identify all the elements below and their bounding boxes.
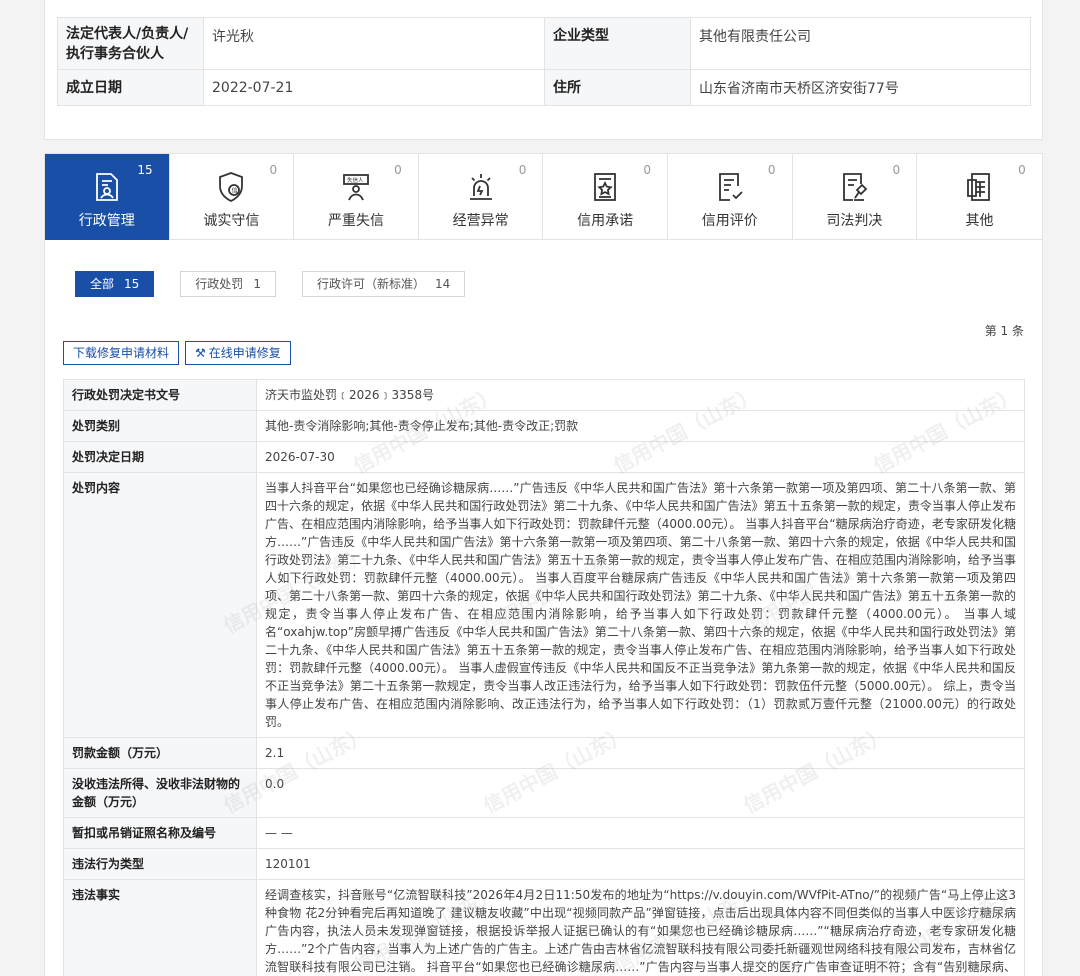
tab-label: 严重失信 — [327, 213, 384, 229]
table-row: 行政处罚决定书文号 济天市监处罚﹝2026﹞3358号 — [63, 379, 1025, 411]
company-info-table: 法定代表人/负责人/ 执行事务合伙人 许光秋 企业类型 其他有限责任公司 成立日… — [57, 17, 1031, 106]
filter-all[interactable]: 全部 15 — [75, 271, 155, 297]
tab-count: 0 — [518, 163, 527, 177]
svg-text:信: 信 — [232, 187, 238, 195]
alarm-light-icon — [469, 174, 492, 200]
repair-actions: 下载修复申请材料 ⚒ 在线申请修复 — [63, 341, 291, 365]
detail-value: 经调查核实，抖音账号“亿流智联科技”2026年4月2日11:50发布的地址为“h… — [256, 879, 1025, 976]
table-row: 处罚决定日期 2026-07-30 — [63, 441, 1025, 473]
detail-label: 违法事实 — [63, 879, 257, 976]
online-repair-button[interactable]: ⚒ 在线申请修复 — [185, 341, 291, 365]
tab-label: 行政管理 — [78, 213, 135, 229]
tab-honest-credit[interactable]: 0 信 诚实守信 — [170, 154, 295, 240]
tab-count: 15 — [137, 163, 153, 177]
table-row: 处罚类别 其他-责令消除影响;其他-责令停止发布;其他-责令改正;罚款 — [63, 410, 1025, 442]
table-row: 罚款金额（万元） 2.1 — [63, 737, 1025, 769]
legal-rep-label-line1: 法定代表人/负责人/ — [66, 25, 189, 42]
detail-label: 处罚类别 — [63, 410, 257, 442]
admin-document-icon — [95, 173, 118, 201]
detail-label: 暂扣或吊销证照名称及编号 — [63, 817, 257, 849]
record-type-filters: 全部 15 行政处罚 1 行政许可（新标准） 14 — [75, 271, 466, 297]
tab-operating-abnormal[interactable]: 0 经营异常 — [419, 154, 544, 240]
tab-count: 0 — [892, 163, 901, 177]
tab-count: 0 — [643, 163, 651, 177]
detail-label: 处罚内容 — [63, 472, 257, 738]
tab-label: 诚实守信 — [203, 213, 260, 229]
filter-label: 全部 — [90, 277, 115, 291]
tab-label: 信用承诺 — [577, 213, 634, 229]
detail-label: 处罚决定日期 — [63, 441, 257, 473]
address-label: 住所 — [544, 69, 691, 106]
legal-rep-value: 许光秋 — [203, 17, 545, 70]
tab-credit-pledge[interactable]: 0 信用承诺 — [543, 154, 668, 240]
pledge-document-icon — [594, 173, 617, 201]
tab-count: 0 — [394, 163, 402, 177]
detail-label: 没收违法所得、没收非法财物的金额（万元） — [63, 768, 257, 818]
enterprise-type-label: 企业类型 — [544, 17, 691, 70]
tab-serious-dishonesty[interactable]: 0 失信人 严重失信 — [294, 154, 419, 240]
table-row: 暂扣或吊销证照名称及编号 — — — [63, 817, 1025, 849]
tab-credit-evaluation[interactable]: 0 信用评价 — [668, 154, 793, 240]
svg-text:失信人: 失信人 — [347, 176, 364, 184]
table-row: 没收违法所得、没收非法财物的金额（万元） 0.0 — [63, 768, 1025, 818]
filter-count: 1 — [253, 277, 261, 291]
established-value: 2022-07-21 — [203, 69, 545, 106]
dishonest-person-icon: 失信人 — [343, 174, 369, 201]
other-document-icon — [967, 173, 991, 201]
filter-count: 14 — [434, 277, 451, 291]
tab-other[interactable]: 0 其他 — [917, 154, 1042, 240]
detail-label: 行政处罚决定书文号 — [63, 379, 257, 411]
filter-admin-license[interactable]: 行政许可（新标准） 14 — [301, 271, 466, 297]
detail-value: 120101 — [256, 848, 1025, 880]
detail-value: 2026-07-30 — [256, 441, 1025, 473]
wrench-icon: ⚒ — [195, 346, 206, 360]
detail-label: 违法行为类型 — [63, 848, 257, 880]
established-label: 成立日期 — [57, 69, 204, 106]
category-tabs: 15 行政管理 0 信 诚实守信 0 失信人 严重失信 0 经营异常 0 信用承… — [45, 154, 1042, 240]
filter-label: 行政许可（新标准） — [316, 277, 425, 291]
tab-count: 0 — [269, 163, 278, 177]
address-value: 山东省济南市天桥区济安街77号 — [690, 69, 1031, 106]
evaluation-form-icon — [718, 173, 743, 201]
legal-rep-label-line2: 执行事务合伙人 — [66, 45, 164, 62]
legal-rep-label: 法定代表人/负责人/ 执行事务合伙人 — [57, 17, 204, 70]
tab-count: 0 — [767, 163, 776, 177]
tab-label: 司法判决 — [826, 213, 883, 229]
table-row: 违法事实 经调查核实，抖音账号“亿流智联科技”2026年4月2日11:50发布的… — [63, 879, 1025, 976]
online-repair-label: 在线申请修复 — [208, 346, 281, 360]
shield-credit-icon: 信 — [219, 172, 244, 203]
tab-label: 其他 — [965, 213, 994, 229]
record-counter: 第 1 条 — [984, 324, 1024, 338]
company-info-card: 法定代表人/负责人/ 执行事务合伙人 许光秋 企业类型 其他有限责任公司 成立日… — [44, 0, 1043, 140]
tab-judicial-judgment[interactable]: 0 司法判决 — [793, 154, 918, 240]
filter-admin-penalty[interactable]: 行政处罚 1 — [180, 271, 276, 297]
table-row: 违法行为类型 120101 — [63, 848, 1025, 880]
download-repair-materials-button[interactable]: 下载修复申请材料 — [63, 341, 180, 365]
detail-value: 济天市监处罚﹝2026﹞3358号 — [256, 379, 1025, 411]
table-row: 处罚内容 当事人抖音平台“如果您也已经确诊糖尿病……”广告违反《中华人民共和国广… — [63, 472, 1025, 738]
detail-value: 2.1 — [256, 737, 1025, 769]
detail-value: 当事人抖音平台“如果您也已经确诊糖尿病……”广告违反《中华人民共和国广告法》第十… — [256, 472, 1025, 738]
credit-records-card: 15 行政管理 0 信 诚实守信 0 失信人 严重失信 0 经营异常 0 信用承… — [44, 153, 1043, 976]
tab-admin-management[interactable]: 15 行政管理 — [45, 154, 170, 240]
judgment-document-icon — [843, 173, 868, 201]
tab-label: 信用评价 — [701, 213, 758, 229]
enterprise-type-value: 其他有限责任公司 — [690, 17, 1031, 70]
penalty-detail-table: 行政处罚决定书文号 济天市监处罚﹝2026﹞3358号 处罚类别 其他-责令消除… — [63, 379, 1025, 976]
tab-count: 0 — [1018, 163, 1026, 177]
detail-value: 0.0 — [256, 768, 1025, 818]
detail-label: 罚款金额（万元） — [63, 737, 257, 769]
filter-count: 15 — [124, 277, 140, 291]
tab-label: 经营异常 — [452, 213, 509, 229]
detail-value: 其他-责令消除影响;其他-责令停止发布;其他-责令改正;罚款 — [256, 410, 1025, 442]
filter-label: 行政处罚 — [195, 277, 244, 291]
detail-value: — — — [256, 817, 1025, 849]
